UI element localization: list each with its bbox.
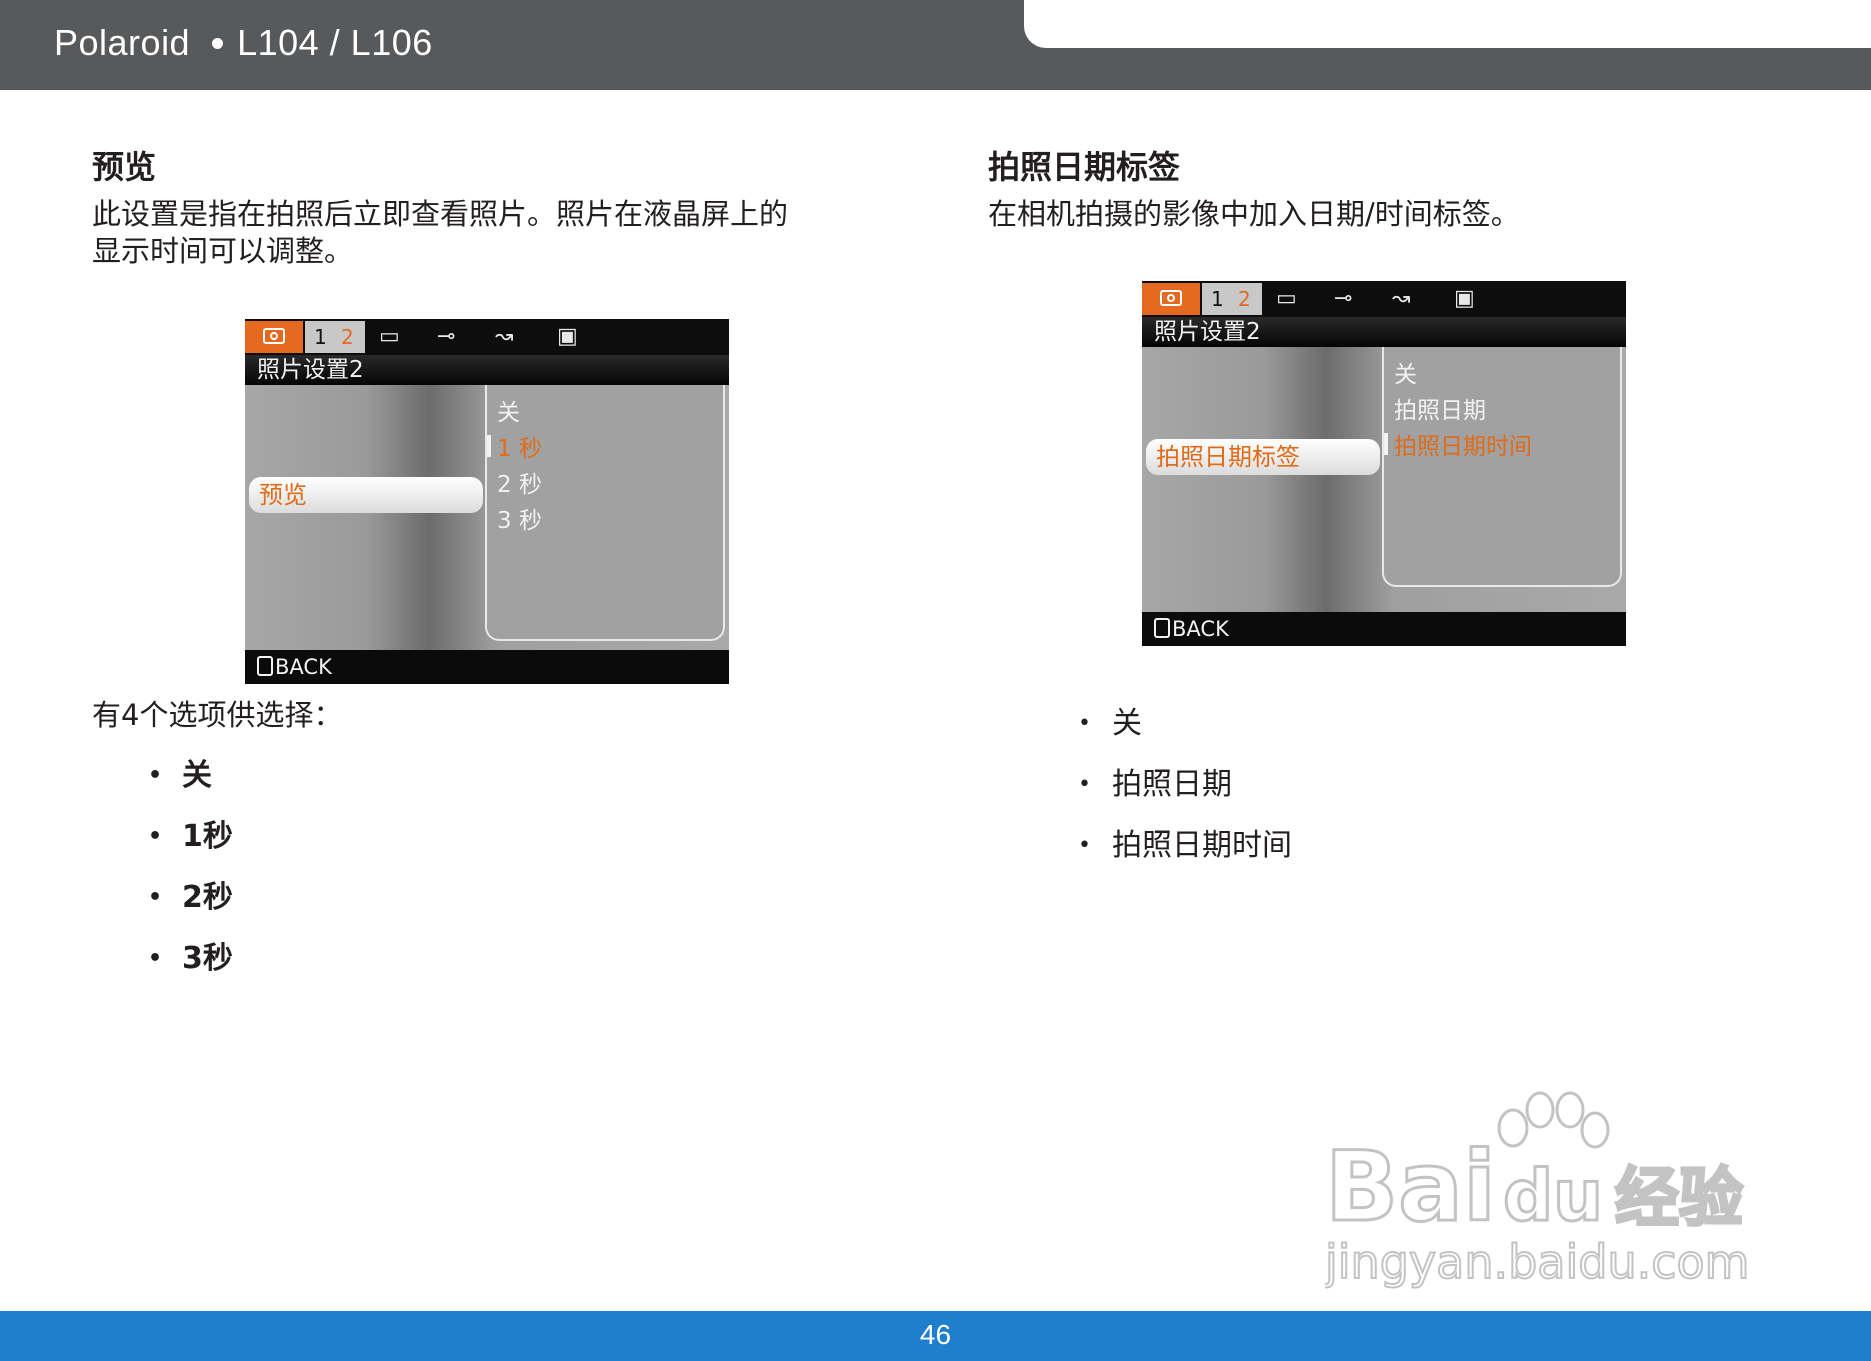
tab-pages: 12 [305,321,365,353]
options-intro: 有4个选项供选择： [92,698,343,732]
page-number: 46 [919,1319,952,1350]
option-3s: 3 秒 [497,508,542,534]
header-tab-cutout [1024,0,1871,48]
screen-subtitle: 照片设置2 [245,355,729,385]
options-submenu: 关 拍照日期 拍照日期时间 [1382,347,1622,587]
section-heading-date-stamp: 拍照日期标签 [988,148,1181,186]
section-paragraph-date-stamp: 在相机拍摄的影像中加入日期/时间标签。 [988,197,1520,231]
svg-text:Bai: Bai [1325,1131,1496,1243]
page-header: Polaroid L104 / L106 [0,0,1871,90]
option-date: 拍照日期 [1394,398,1486,424]
header-title: Polaroid L104 / L106 [54,22,433,64]
tab-page-2: 2 [341,325,354,349]
screen-tab-bar: 12 ▭ ⊸ ↝ ▣ [245,319,729,355]
list-item: 拍照日期时间 [1078,815,1292,876]
option-2s: 2 秒 [497,472,542,498]
selection-marker [1384,433,1388,455]
tab-page-2: 2 [1238,287,1251,311]
bullet-dot [212,37,224,49]
options-submenu: 关 1 秒 2 秒 3 秒 [485,385,725,641]
option-list-date-stamp: 关 拍照日期 拍照日期时间 [1078,693,1292,876]
tab-page-1: 1 [314,325,327,349]
camera-screen-date-stamp: 12 ▭ ⊸ ↝ ▣ 照片设置2 拍照日期标签 关 拍照日期 拍照日期时间 BA… [1142,281,1626,646]
video-icon: ▭ [1276,286,1297,311]
svg-text:du: du [1503,1155,1603,1237]
list-item: 关 [1078,693,1292,754]
video-icon: ▭ [379,324,400,349]
header-brand: Polaroid [54,22,191,63]
tab-pages: 12 [1202,283,1262,315]
option-1s: 1 秒 [497,436,542,462]
print-icon: ▣ [557,324,578,349]
baidu-watermark-logo: Bai du 经验 jingyan.baidu.com [1325,1091,1751,1290]
back-label: BACK [1172,617,1229,641]
screen-back-bar: BACK [1142,612,1626,646]
option-off: 关 [1394,362,1417,388]
selection-marker [487,435,491,457]
screen-back-bar: BACK [245,650,729,684]
list-item: 关 [148,745,233,806]
transfer-icon: ↝ [495,324,514,349]
option-off: 关 [497,400,520,426]
screen-tab-bar: 12 ▭ ⊸ ↝ ▣ [1142,281,1626,317]
list-item: 3秒 [148,928,233,989]
section-heading-preview: 预览 [92,148,157,186]
paragraph-line: 此设置是指在拍照后立即查看照片。照片在液晶屏上的 [92,197,789,231]
option-list-preview: 关 1秒 2秒 3秒 [148,745,233,989]
wrench-icon: ⊸ [1334,286,1353,311]
print-icon: ▣ [1454,286,1475,311]
tab-camera [1142,283,1200,315]
screen-menu-area: 预览 关 1 秒 2 秒 3 秒 [245,385,729,650]
camera-icon [1160,290,1182,306]
camera-screen-preview: 12 ▭ ⊸ ↝ ▣ 照片设置2 预览 关 1 秒 2 秒 3 秒 BACK [245,319,729,684]
back-icon [1154,618,1170,638]
tab-page-1: 1 [1211,287,1224,311]
paragraph-line: 显示时间可以调整。 [92,234,354,268]
back-icon [257,656,273,676]
wrench-icon: ⊸ [437,324,456,349]
selected-menu-item: 预览 [249,477,483,513]
screen-subtitle: 照片设置2 [1142,317,1626,347]
section-paragraph-preview: 此设置是指在拍照后立即查看照片。照片在液晶屏上的 显示时间可以调整。 [92,196,912,270]
transfer-icon: ↝ [1392,286,1411,311]
svg-text:jingyan.baidu.com: jingyan.baidu.com [1325,1235,1750,1289]
option-date-time: 拍照日期时间 [1394,434,1532,460]
svg-text:经验: 经验 [1615,1162,1743,1236]
page-footer: 46 [0,1311,1871,1361]
camera-icon [263,328,285,344]
list-item: 1秒 [148,806,233,867]
back-label: BACK [275,655,332,679]
list-item: 拍照日期 [1078,754,1292,815]
selected-menu-item: 拍照日期标签 [1146,439,1380,475]
screen-menu-area: 拍照日期标签 关 拍照日期 拍照日期时间 [1142,347,1626,612]
header-model: L104 / L106 [237,22,433,63]
list-item: 2秒 [148,867,233,928]
tab-camera [245,321,303,353]
